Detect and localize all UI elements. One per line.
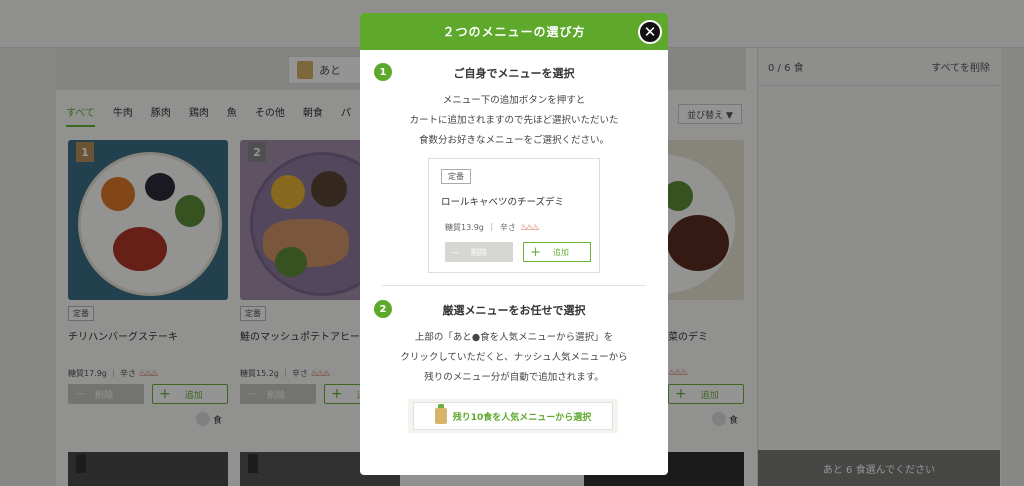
chili-icon: ♨♨♨: [519, 222, 540, 233]
sample-carb: 糖質13.9g ｜辛さ ♨♨♨: [445, 222, 540, 233]
auto-select-button[interactable]: 残り10食を人気メニューから選択: [408, 399, 618, 433]
modal-title: ２つのメニューの選び方: [360, 13, 668, 50]
sample-remove-button: — 削除: [445, 242, 513, 262]
sample-name: ロールキャベツのチーズデミ: [441, 197, 565, 208]
bag-icon: [434, 404, 447, 424]
sample-tag: 定番: [441, 169, 471, 184]
auto-select-label: 残り10食を人気メニューから選択: [452, 412, 592, 423]
section1-description: メニュー下の追加ボタンを押すと カートに追加されますので先ほど選択いただいた 食…: [409, 95, 619, 146]
sample-add-button: + 追加: [523, 242, 591, 262]
section1-title: ご自身でメニューを選択: [453, 67, 575, 80]
section2-title: 厳選メニューをお任せで選択: [442, 304, 586, 317]
section2-description: 上部の「あと●食を人気メニューから選択」を クリックしていただくと、ナッシュ人気…: [400, 332, 628, 383]
sample-menu-card: 定番 ロールキャベツのチーズデミ 糖質13.9g ｜辛さ ♨♨♨ — 削除 + 追加: [428, 158, 600, 273]
section-divider: [382, 285, 646, 286]
close-button[interactable]: ✕: [638, 20, 662, 44]
how-to-choose-modal: ２つのメニューの選び方 ✕ 1 ご自身でメニューを選択 メニュー下の追加ボタンを…: [360, 13, 668, 475]
